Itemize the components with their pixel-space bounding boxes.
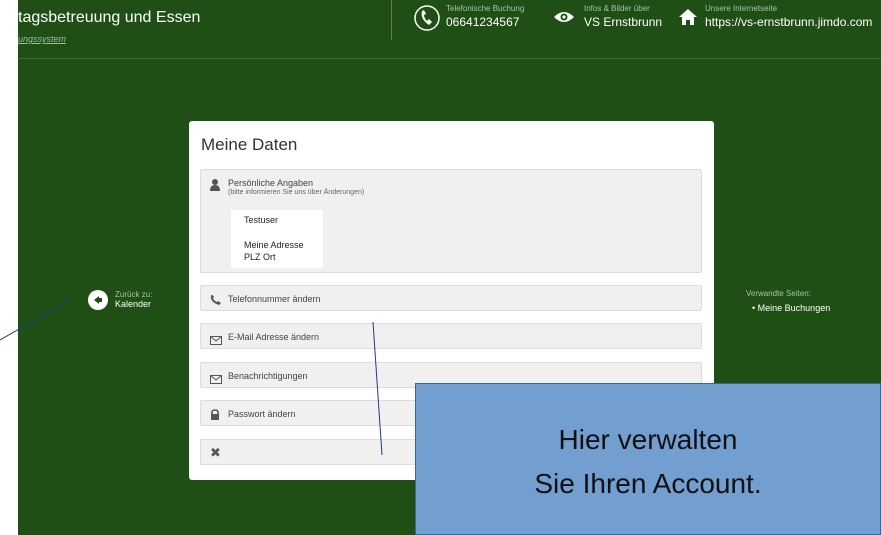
section-phone-label: Telefonnummer ändern	[228, 294, 321, 304]
info-link[interactable]: Infos & Bilder über VS Ernstbrunn	[584, 0, 662, 30]
address-box: Testuser Meine Adresse PLZ Ort	[231, 210, 323, 268]
section-phone[interactable]: Telefonnummer ändern	[200, 285, 702, 311]
site-subtitle[interactable]: ungssystem	[18, 34, 66, 44]
home-icon	[678, 8, 698, 31]
section-password-label: Passwort ändern	[228, 409, 296, 419]
section-notifications-label: Benachrichtigungen	[228, 371, 308, 381]
annotation-callout: Hier verwalten Sie Ihren Account.	[415, 383, 881, 535]
eye-icon	[553, 10, 575, 29]
callout-line1: Hier verwalten	[558, 424, 738, 455]
back-caption: Zurück zu:	[115, 290, 153, 299]
envelope-icon	[210, 332, 222, 350]
related-pages: Verwandte Seiten: • Meine Buchungen	[746, 289, 866, 313]
phone-icon	[210, 293, 221, 311]
header-bar: tagsbetreuung und Essen ungssystem Telef…	[18, 0, 881, 59]
site-title[interactable]: tagsbetreuung und Essen	[18, 9, 200, 27]
address-line2: PLZ Ort	[244, 252, 276, 262]
related-caption: Verwandte Seiten:	[746, 289, 811, 298]
section-email[interactable]: E-Mail Adresse ändern	[200, 323, 702, 349]
back-link-kalender[interactable]: Kalender	[115, 299, 151, 309]
lock-icon	[210, 408, 220, 426]
card-title: Meine Daten	[201, 135, 298, 154]
section-email-label: E-Mail Adresse ändern	[228, 332, 320, 342]
back-arrow-icon[interactable]	[88, 290, 108, 310]
personal-panel: Persönliche Angaben (bitte informieren S…	[200, 169, 702, 273]
envelope-icon	[210, 371, 222, 389]
info-value[interactable]: VS Ernstbrunn	[584, 14, 662, 30]
phone-caption: Telefonische Buchung	[446, 4, 525, 13]
phone-icon	[414, 4, 442, 39]
personal-heading: Persönliche Angaben	[228, 178, 314, 188]
web-caption: Unsere Internetseite	[705, 4, 778, 13]
address-line1: Meine Adresse	[244, 240, 304, 250]
user-icon	[210, 178, 220, 196]
website-link[interactable]: Unsere Internetseite https://vs-ernstbru…	[705, 0, 872, 30]
info-caption: Infos & Bilder über	[584, 4, 650, 13]
user-name: Testuser	[244, 215, 279, 225]
phone-booking[interactable]: Telefonische Buchung 06641234567	[446, 0, 524, 30]
personal-note: (bitte informieren Sie uns über Änderung…	[228, 189, 365, 196]
phone-number[interactable]: 06641234567	[446, 14, 524, 30]
web-value[interactable]: https://vs-ernstbrunn.jimdo.com	[705, 14, 872, 30]
close-icon[interactable]: ✖	[210, 445, 221, 461]
related-link-buchungen[interactable]: • Meine Buchungen	[752, 303, 830, 313]
header-divider	[391, 0, 392, 40]
callout-line2: Sie Ihren Account.	[534, 468, 762, 499]
